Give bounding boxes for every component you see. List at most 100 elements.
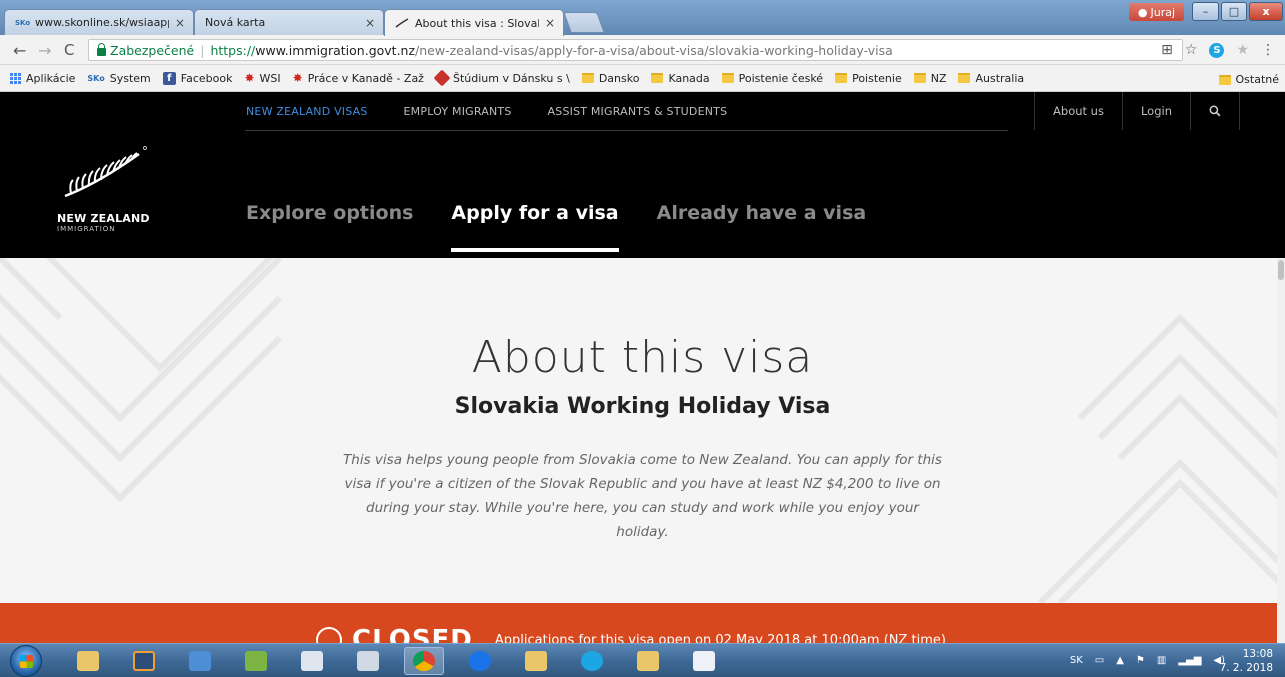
skype-icon xyxy=(581,651,603,671)
tab-about-visa[interactable]: About this visa : Slovakia × xyxy=(384,9,564,36)
language-indicator[interactable]: SK xyxy=(1070,655,1083,666)
start-button[interactable] xyxy=(10,645,42,677)
tab-close-icon[interactable]: × xyxy=(545,16,555,30)
taskbar-chrome[interactable] xyxy=(404,647,444,675)
taskbar-explorer[interactable] xyxy=(68,647,108,675)
chrome-icon xyxy=(413,651,435,671)
taskbar-documents[interactable] xyxy=(684,647,724,675)
bookmark-label: Poistenie české xyxy=(738,71,824,85)
login-link[interactable]: Login xyxy=(1121,92,1190,130)
reload-icon[interactable]: C xyxy=(64,41,74,59)
bookmark-folder-dansko[interactable]: Dansko xyxy=(581,72,639,85)
translate-icon[interactable]: ⊞ xyxy=(1161,42,1173,58)
taskbar-lenovo[interactable] xyxy=(180,647,220,675)
extension-star-icon[interactable]: ★ xyxy=(1236,42,1249,58)
secure-indicator[interactable]: Zabezpečené xyxy=(97,42,195,58)
system-clock[interactable]: 13:08 7. 2. 2018 xyxy=(1220,647,1273,675)
secure-label: Zabezpečené xyxy=(110,42,195,58)
address-toolbar: ← → C Zabezpečené | https:// www.immigra… xyxy=(0,35,1285,65)
skype-extension-icon[interactable]: S xyxy=(1209,42,1225,58)
hero-section: About this visa Slovakia Working Holiday… xyxy=(0,258,1285,603)
bookmark-label: Poistenie xyxy=(852,71,902,85)
back-icon[interactable]: ← xyxy=(13,41,26,60)
bookmark-folder-nz[interactable]: NZ xyxy=(913,71,947,85)
profile-button[interactable]: ● Juraj xyxy=(1129,3,1184,21)
bookmark-label: WSI xyxy=(259,71,281,85)
bookmark-other[interactable]: Ostatné xyxy=(1218,73,1280,86)
url-input[interactable]: Zabezpečené | https:// www.immigration.g… xyxy=(88,39,1183,61)
site-header: NEW ZEALAND VISAS EMPLOY MIGRANTS ASSIST… xyxy=(0,92,1285,258)
bookmark-star-icon[interactable]: ☆ xyxy=(1185,42,1198,58)
system-tray: SK ▭ ▲ ⚑ ▥ ▂▄▆ ◀) xyxy=(1070,655,1225,666)
background-pattern xyxy=(0,258,1285,603)
tab-new-tab[interactable]: Nová karta × xyxy=(194,9,384,35)
folder-icon xyxy=(581,73,594,83)
bookmark-system[interactable]: SKo System xyxy=(87,72,150,85)
show-hidden-icons-icon[interactable]: ▲ xyxy=(1116,655,1124,666)
ccleaner-icon xyxy=(469,651,491,671)
sko-icon: SKo xyxy=(15,18,31,27)
taskbar-skype[interactable] xyxy=(572,647,612,675)
minimize-button[interactable]: – xyxy=(1192,2,1219,21)
top-navigation: NEW ZEALAND VISAS EMPLOY MIGRANTS ASSIST… xyxy=(246,92,727,130)
taskbar-folder[interactable] xyxy=(516,647,556,675)
taskbar-spreadsheet[interactable] xyxy=(236,647,276,675)
search-icon xyxy=(1209,105,1221,117)
new-tab-button[interactable] xyxy=(563,12,605,33)
tab-already-have-a-visa[interactable]: Already have a visa xyxy=(657,202,867,252)
clock-time: 13:08 xyxy=(1242,648,1273,660)
bookmark-apps[interactable]: Aplikácie xyxy=(10,72,75,85)
bookmark-label: Facebook xyxy=(180,71,233,85)
bookmark-label: NZ xyxy=(930,71,947,85)
tab-close-icon[interactable]: × xyxy=(175,16,185,30)
menu-icon[interactable]: ⋮ xyxy=(1261,42,1275,58)
tab-title: About this visa : Slovakia xyxy=(415,16,539,30)
about-us-link[interactable]: About us xyxy=(1034,92,1122,130)
signal-icon[interactable]: ▂▄▆ xyxy=(1178,655,1201,666)
tab-close-icon[interactable]: × xyxy=(365,16,375,30)
nav-divider xyxy=(245,130,1008,131)
maple-leaf-icon: ✸ xyxy=(292,71,303,85)
bookmark-folder-poistenie[interactable]: Poistenie xyxy=(835,72,902,85)
bookmark-prace-kanade[interactable]: ✸ Práce v Kanadě - Zaž xyxy=(293,71,424,85)
close-button[interactable]: x xyxy=(1249,2,1283,21)
profile-name: Juraj xyxy=(1150,5,1176,19)
folder-icon xyxy=(958,73,971,83)
keyboard-icon[interactable]: ▭ xyxy=(1095,655,1104,666)
logo-subtitle: IMMIGRATION xyxy=(57,225,116,233)
tab-apply-for-a-visa[interactable]: Apply for a visa xyxy=(451,202,619,252)
topnav-employ-migrants[interactable]: EMPLOY MIGRANTS xyxy=(404,105,512,118)
tab-title: www.skonline.sk/wsiaapp xyxy=(35,16,169,29)
bookmark-studium-dansko[interactable]: Štúdium v Dánsku s \ xyxy=(433,69,570,87)
nz-immigration-logo[interactable]: NEW ZEALAND IMMIGRATION xyxy=(57,144,150,233)
taskbar-notes[interactable] xyxy=(292,647,332,675)
monitor-icon xyxy=(189,651,211,671)
taskbar-fax[interactable] xyxy=(348,647,388,675)
scrollbar-thumb[interactable] xyxy=(1278,260,1284,280)
tab-title: Nová karta xyxy=(205,16,266,29)
taskbar-media-player[interactable] xyxy=(124,647,164,675)
url-host: www.immigration.govt.nz xyxy=(255,42,416,58)
topnav-new-zealand-visas[interactable]: NEW ZEALAND VISAS xyxy=(246,105,368,118)
utility-navigation: About us Login xyxy=(1034,92,1240,130)
action-center-flag-icon[interactable]: ⚑ xyxy=(1136,655,1145,666)
network-icon[interactable]: ▥ xyxy=(1157,655,1166,666)
bookmark-folder-kanada[interactable]: Kanada xyxy=(651,72,710,85)
bookmark-folder-australia[interactable]: Australia xyxy=(958,72,1024,85)
taskbar-folder-2[interactable] xyxy=(628,647,668,675)
topnav-assist-migrants[interactable]: ASSIST MIGRANTS & STUDENTS xyxy=(548,105,728,118)
bookmarks-bar: Aplikácie SKo System f Facebook ✸ WSI ✸ … xyxy=(0,65,1285,92)
tab-explore-options[interactable]: Explore options xyxy=(246,202,413,252)
taskbar-ccleaner[interactable] xyxy=(460,647,500,675)
bookmark-label: Ostatné xyxy=(1235,73,1280,86)
forward-icon[interactable]: → xyxy=(38,41,51,60)
browser-titlebar: SKo www.skonline.sk/wsiaapp × Nová karta… xyxy=(0,0,1285,36)
tab-skonline[interactable]: SKo www.skonline.sk/wsiaapp × xyxy=(4,9,194,35)
folder-icon xyxy=(835,73,848,83)
bookmark-facebook[interactable]: f Facebook xyxy=(162,71,233,85)
maximize-button[interactable]: □ xyxy=(1221,2,1247,21)
page-scrollbar[interactable] xyxy=(1277,258,1285,643)
search-button[interactable] xyxy=(1190,92,1240,130)
bookmark-wsi[interactable]: ✸ WSI xyxy=(244,71,280,85)
bookmark-folder-poistenie-ceske[interactable]: Poistenie české xyxy=(721,71,824,85)
